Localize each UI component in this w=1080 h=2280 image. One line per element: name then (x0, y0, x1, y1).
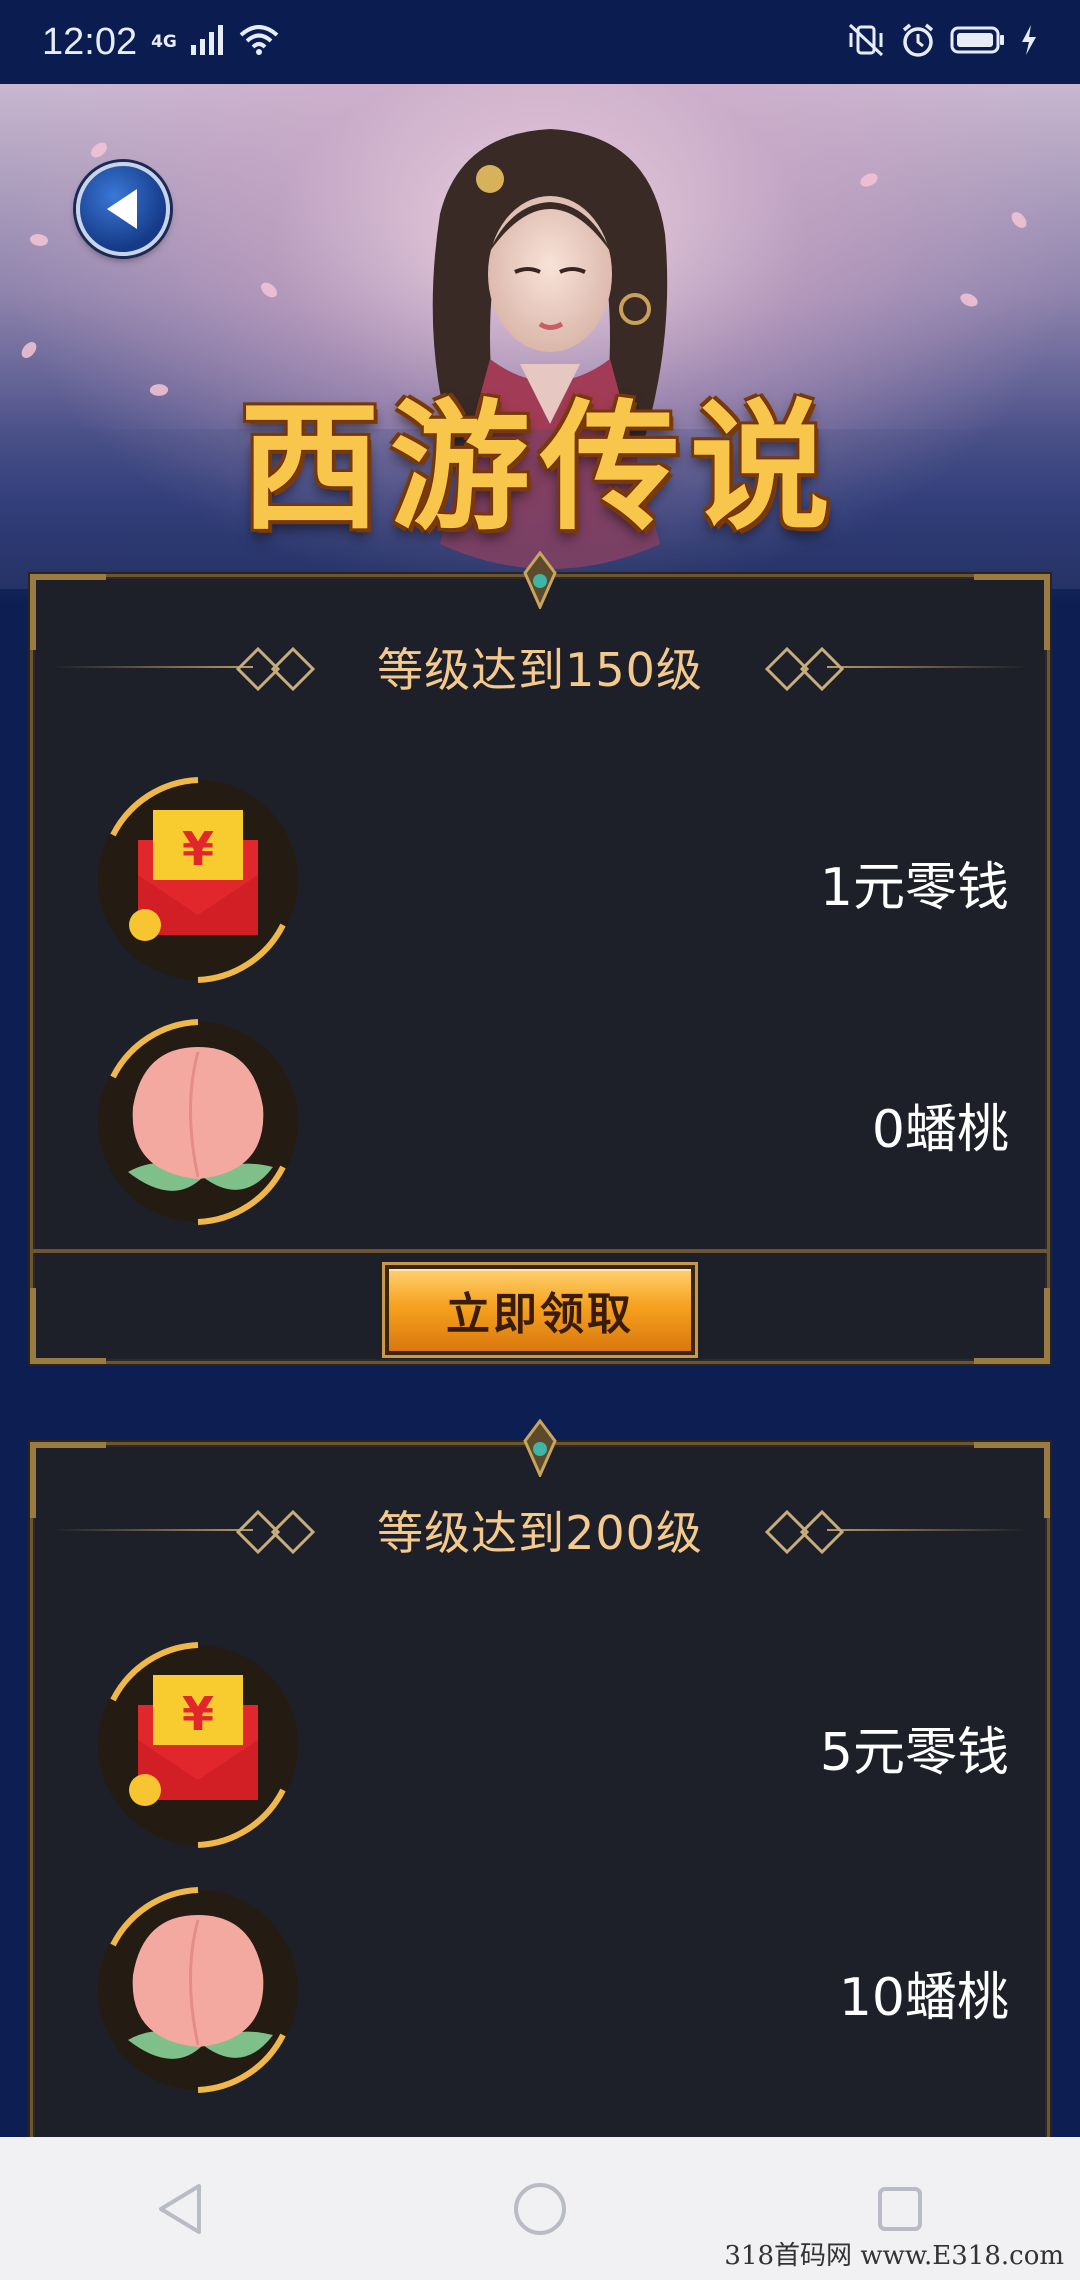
charging-icon (1020, 25, 1038, 59)
level-requirement: 等级达到200级 (377, 1506, 703, 1560)
peach-icon (98, 1887, 298, 2093)
svg-text:¥: ¥ (182, 822, 214, 876)
battery-icon (950, 25, 1006, 59)
knot-ornament-icon (235, 646, 316, 692)
knot-ornament-icon (764, 1509, 845, 1555)
panel-divider (33, 1249, 1047, 1253)
red-envelope-icon: ¥ (98, 1642, 298, 1848)
ornament-gem-icon (523, 551, 557, 609)
reward-label: 5元零钱 (819, 1723, 1009, 1783)
reward-panel-150: 等级达到150级 ¥ 1元零钱 0蟠桃 立即领取 (30, 551, 1050, 1364)
nav-back-button[interactable] (140, 2169, 220, 2249)
game-title: 西游传说 (239, 386, 840, 550)
reward-row: 10蟠桃 (33, 1875, 1047, 2105)
reward-label: 10蟠桃 (838, 1968, 1009, 2028)
status-bar: 12:02 4G (0, 0, 1080, 84)
knot-ornament-icon (235, 1509, 316, 1555)
watermark: 318首码网 www.E318.com (724, 2241, 1064, 2271)
nav-home-button[interactable] (500, 2169, 580, 2249)
reward-label: 0蟠桃 (871, 1100, 1009, 1160)
reward-panel-200: 等级达到200级 ¥ 5元零钱 10蟠桃 (30, 1419, 1050, 2162)
network-type: 4G (151, 31, 177, 52)
level-requirement: 等级达到150级 (377, 643, 703, 697)
peach-icon (98, 1019, 298, 1225)
wifi-icon (239, 25, 279, 59)
reward-label: 1元零钱 (819, 858, 1009, 918)
reward-row: 0蟠桃 (33, 1007, 1047, 1237)
reward-row: ¥ 1元零钱 (33, 765, 1047, 995)
reward-row: ¥ 5元零钱 (33, 1630, 1047, 1860)
knot-ornament-icon (764, 646, 845, 692)
panel-heading: 等级达到150级 (33, 632, 1047, 702)
back-triangle-icon (159, 2183, 201, 2234)
home-circle-icon (514, 2182, 566, 2235)
claim-button[interactable]: 立即领取 (385, 1265, 695, 1355)
back-arrow-icon (107, 189, 137, 229)
status-time: 12:02 (42, 20, 138, 63)
ornament-gem-icon (523, 1419, 557, 1477)
mute-vibrate-icon (846, 23, 886, 61)
signal-icon (190, 25, 225, 59)
recents-square-icon (878, 2186, 922, 2231)
panel-heading: 等级达到200级 (33, 1495, 1047, 1565)
svg-text:¥: ¥ (182, 1687, 214, 1741)
alarm-icon (900, 22, 936, 62)
red-envelope-icon: ¥ (98, 777, 298, 983)
back-button[interactable] (76, 162, 170, 256)
